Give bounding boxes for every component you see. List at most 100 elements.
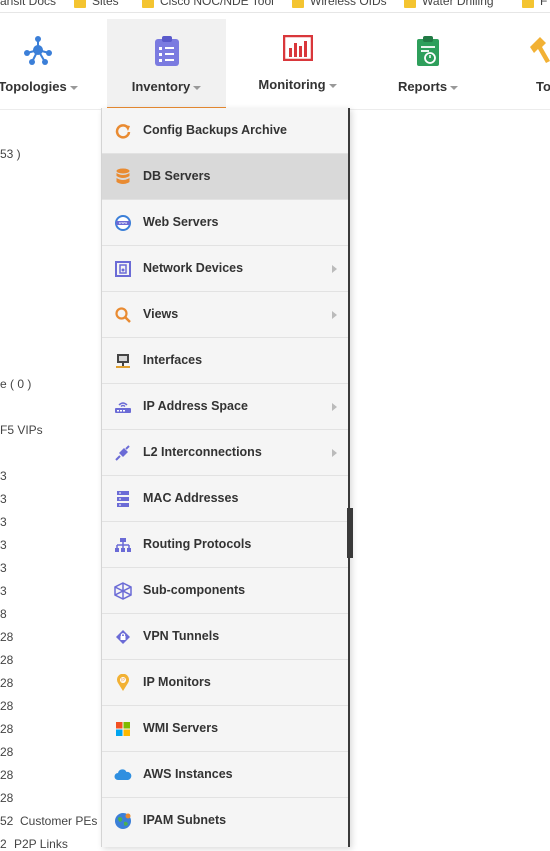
list-item: 53 ) <box>0 147 21 161</box>
menu-item-ipam-subnets[interactable]: IPAM Subnets <box>102 798 348 844</box>
menu-item-l2-interconnections[interactable]: L2 Interconnections <box>102 430 348 476</box>
folder-icon <box>404 0 416 8</box>
menu-item-sub-components[interactable]: Sub-components <box>102 568 348 614</box>
top-navigation: Topologies Inventory Monitoring Reports … <box>0 19 550 110</box>
menu-item-label: IP Address Space <box>143 399 248 413</box>
nav-monitoring-label: Monitoring <box>258 77 326 92</box>
bookmark-item[interactable]: ansit Docs <box>0 0 56 8</box>
list-item: 3 <box>0 515 7 529</box>
clipboard-list-icon <box>154 35 180 70</box>
list-item: 28 <box>0 745 14 759</box>
connector-icon <box>114 444 132 462</box>
bookmark-item[interactable]: Water Drilling <box>404 0 494 8</box>
list-item: 8 <box>0 607 7 621</box>
bookmark-item[interactable]: Wireless OIDs <box>292 0 387 8</box>
network-mesh-icon <box>114 582 132 600</box>
menu-item-network-devices[interactable]: Network Devices <box>102 246 348 292</box>
menu-item-vpn-tunnels[interactable]: VPN Tunnels <box>102 614 348 660</box>
list-item: Customer PEs <box>20 814 98 828</box>
bookmark-label: Wireless OIDs <box>310 0 387 8</box>
menu-item-wmi-servers[interactable]: WMI Servers <box>102 706 348 752</box>
list-item: 3 <box>0 584 7 598</box>
folder-icon <box>74 0 86 8</box>
bookmark-label: Sites <box>92 0 119 8</box>
topology-icon <box>23 35 53 68</box>
nav-reports[interactable]: Reports <box>382 19 474 107</box>
map-pin-icon: IP <box>114 674 132 692</box>
nav-topologies-label: Topologies <box>0 79 67 94</box>
menu-item-label: Interfaces <box>143 353 203 367</box>
list-item: 28 <box>0 722 14 736</box>
scrollbar-handle[interactable] <box>347 508 353 558</box>
menu-item-web-servers[interactable]: www Web Servers <box>102 200 348 246</box>
interface-icon <box>114 352 132 370</box>
menu-item-label: AWS Instances <box>143 767 233 781</box>
folder-icon <box>522 0 534 8</box>
folder-icon <box>292 0 304 8</box>
background-list: 53 ) e ( 0 ) F5 VIPs 3 3 3 3 3 3 8 28 28… <box>0 110 100 851</box>
menu-item-routing-protocols[interactable]: Routing Protocols <box>102 522 348 568</box>
chevron-right-icon <box>332 449 337 457</box>
bookmark-label: ansit Docs <box>0 0 57 8</box>
list-item: 2 <box>0 837 7 851</box>
chevron-right-icon <box>332 403 337 411</box>
menu-item-aws-instances[interactable]: AWS Instances <box>102 752 348 798</box>
menu-item-views[interactable]: Views <box>102 292 348 338</box>
nav-tools-label: To <box>536 79 550 94</box>
server-stack-icon <box>114 490 132 508</box>
menu-item-label: Config Backups Archive <box>143 123 288 137</box>
list-item: e ( 0 ) <box>0 377 32 391</box>
nav-tools[interactable]: To <box>520 19 550 107</box>
list-item: 3 <box>0 561 7 575</box>
bookmark-label: Cisco NOC/NDE Tool <box>160 0 274 8</box>
menu-item-label: IP Monitors <box>143 675 211 689</box>
chevron-right-icon <box>332 265 337 273</box>
caret-down-icon <box>450 85 459 90</box>
bookmark-label: F <box>540 0 548 8</box>
caret-down-icon <box>69 85 78 90</box>
menu-item-label: WMI Servers <box>143 721 219 735</box>
menu-item-db-servers[interactable]: DB Servers <box>102 154 348 200</box>
list-item: 28 <box>0 768 14 782</box>
bookmark-item[interactable]: F <box>522 0 547 8</box>
list-item: 3 <box>0 469 7 483</box>
nav-inventory[interactable]: Inventory <box>107 19 226 109</box>
menu-item-config-backups-archive[interactable]: Config Backups Archive <box>102 108 348 154</box>
list-item: F5 VIPs <box>0 423 43 437</box>
wrench-icon <box>528 35 550 68</box>
menu-item-mac-addresses[interactable]: MAC Addresses <box>102 476 348 522</box>
nav-monitoring[interactable]: Monitoring <box>250 19 345 107</box>
refresh-icon <box>114 122 132 140</box>
svg-text:www: www <box>119 221 128 225</box>
menu-item-interfaces[interactable]: Interfaces <box>102 338 348 384</box>
list-item: 28 <box>0 699 14 713</box>
caret-down-icon <box>193 85 202 90</box>
vpn-lock-icon <box>114 628 132 646</box>
list-item: 3 <box>0 538 7 552</box>
router-icon <box>114 398 132 416</box>
menu-item-label: Views <box>143 307 179 321</box>
folder-icon <box>142 0 154 8</box>
list-item: 28 <box>0 791 14 805</box>
chevron-right-icon <box>332 311 337 319</box>
caret-down-icon <box>328 83 337 88</box>
menu-item-label: Network Devices <box>143 261 244 275</box>
menu-item-label: Sub-components <box>143 583 246 597</box>
bookmark-item[interactable]: Sites <box>74 0 119 8</box>
list-item: 28 <box>0 676 14 690</box>
list-item: 52 <box>0 814 14 828</box>
database-icon <box>114 168 132 186</box>
menu-item-label: VPN Tunnels <box>143 629 220 643</box>
menu-item-label: MAC Addresses <box>143 491 239 505</box>
report-clipboard-icon <box>416 35 440 70</box>
inventory-dropdown-menu: Config Backups Archive DB Servers www We… <box>101 108 350 847</box>
menu-item-label: DB Servers <box>143 169 211 183</box>
nav-topologies[interactable]: Topologies <box>0 19 86 107</box>
bookmark-item[interactable]: Cisco NOC/NDE Tool <box>142 0 274 8</box>
menu-item-ip-monitors[interactable]: IP IP Monitors <box>102 660 348 706</box>
list-item: 28 <box>0 653 14 667</box>
menu-item-label: L2 Interconnections <box>143 445 262 459</box>
svg-text:IP: IP <box>121 678 125 683</box>
menu-item-ip-address-space[interactable]: IP Address Space <box>102 384 348 430</box>
globe-icon <box>114 812 132 830</box>
